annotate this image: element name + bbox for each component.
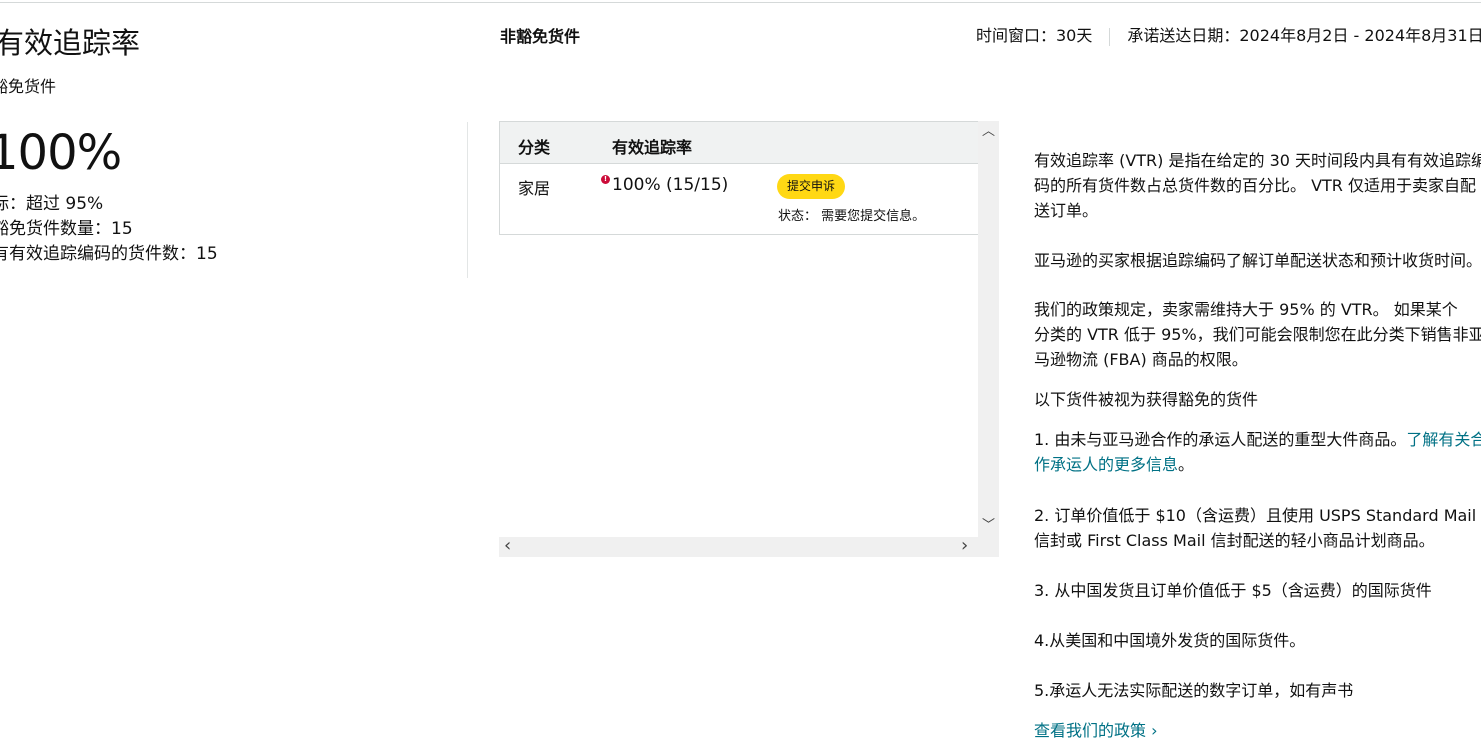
submit-appeal-button[interactable]: 提交申诉 <box>777 174 846 199</box>
exempt-item-5: 5.承运人无法实际配送的数字订单，如有声书 <box>1034 681 1354 700</box>
table-header: 分类 有效追踪率 <box>500 122 978 164</box>
help-line: 我们的政策规定，卖家需维持大于 95% 的 VTR。 如果某个 <box>1034 300 1458 319</box>
help-line: 2. 订单价值低于 $10（含运费）且使用 USPS Standard Mail <box>1034 506 1477 525</box>
view-policy-link[interactable]: 查看我们的政策 › <box>1034 721 1158 740</box>
metric-valid-count: 具有有效追踪编码的货件数：15 <box>0 244 218 264</box>
help-line: 送订单。 <box>1034 201 1099 220</box>
policy-link-container: 查看我们的政策 › <box>1034 718 1481 743</box>
row-status: 状态： 需要您提交信息。 <box>778 209 926 224</box>
column-header-rate[interactable]: 有效追踪率 <box>612 134 692 158</box>
help-line: 有效追踪率 (VTR) 是指在给定的 30 天时间段内具有有效追踪编 <box>1034 151 1481 170</box>
help-line: 信封或 First Class Mail 信封配送的轻小商品计划商品。 <box>1034 531 1435 550</box>
metric-subtitle: 豁免货件 <box>0 77 57 96</box>
exempt-heading: 以下货件被视为获得豁免的货件 <box>1034 390 1259 409</box>
help-paragraph-buyer: 亚马逊的买家根据追踪编码了解订单配送状态和预计收货时间。 <box>1034 251 1481 270</box>
row-rate: 100% (15/15) <box>612 175 729 195</box>
scroll-right-icon[interactable]: › <box>961 537 968 555</box>
exempt-item-2: 2. 订单价值低于 $10（含运费）且使用 USPS Standard Mail… <box>1034 503 1481 553</box>
help-line: 分类的 VTR 低于 95%，我们可能会限制您在此分类下销售非亚 <box>1034 325 1481 344</box>
time-window: 时间窗口：30天 <box>976 26 1093 45</box>
help-paragraph-vtr-definition: 有效追踪率 (VTR) 是指在给定的 30 天时间段内具有有效追踪编 码的所有货… <box>1034 148 1481 223</box>
row-category: 家居 <box>518 179 551 198</box>
exempt-item-1: 1. 由未与亚马逊合作的承运人配送的重型大件商品。了解有关合 作承运人的更多信息… <box>1034 427 1481 477</box>
column-header-category[interactable]: 分类 <box>518 134 550 158</box>
category-table: 分类 有效追踪率 家居 ! 100% (15/15) 提交申诉 状态： 需要您提… <box>499 121 979 235</box>
help-line: 马逊物流 (FBA) 商品的权限。 <box>1034 350 1248 369</box>
metric-exempt-count: 非豁免货件数量：15 <box>0 219 133 239</box>
scroll-down-icon[interactable]: ﹀ <box>982 519 995 532</box>
scroll-left-icon[interactable]: ‹ <box>504 537 511 555</box>
exempt-item-4: 4.从美国和中国境外发货的国际货件。 <box>1034 631 1306 650</box>
panel-divider <box>467 122 468 278</box>
metric-target: 目标：超过 95% <box>0 194 104 214</box>
horizontal-scrollbar[interactable]: ‹ › <box>499 537 999 557</box>
help-line: 码的所有货件数占总货件数的百分比。 VTR 仅适用于卖家自配 <box>1034 176 1477 195</box>
window-info: 时间窗口：30天 承诺送达日期：2024年8月2日 - 2024年8月31日 <box>976 22 1481 46</box>
vertical-scrollbar[interactable]: ︿ ﹀ <box>978 121 999 537</box>
carrier-info-link-continued[interactable]: 作承运人的更多信息 <box>1034 455 1178 474</box>
metric-value: 100% <box>0 125 122 181</box>
metric-title: 有效追踪率 <box>0 26 141 60</box>
date-range: 承诺送达日期：2024年8月2日 - 2024年8月31日 <box>1127 26 1481 45</box>
help-paragraph-policy: 我们的政策规定，卖家需维持大于 95% 的 VTR。 如果某个 分类的 VTR … <box>1034 297 1481 372</box>
exempt-item-3: 3. 从中国发货且订单价值低于 $5（含运费）的国际货件 <box>1034 581 1432 600</box>
exempt-item-1-text: 1. 由未与亚马逊合作的承运人配送的重型大件商品。 <box>1034 430 1407 449</box>
section-heading: 非豁免货件 <box>500 27 581 46</box>
exempt-item-1-end: 。 <box>1178 455 1195 474</box>
scroll-up-icon[interactable]: ︿ <box>982 125 995 138</box>
alert-icon: ! <box>601 175 610 184</box>
header-separator <box>1109 27 1111 46</box>
top-divider <box>0 2 1481 3</box>
carrier-info-link[interactable]: 了解有关合 <box>1406 430 1481 449</box>
